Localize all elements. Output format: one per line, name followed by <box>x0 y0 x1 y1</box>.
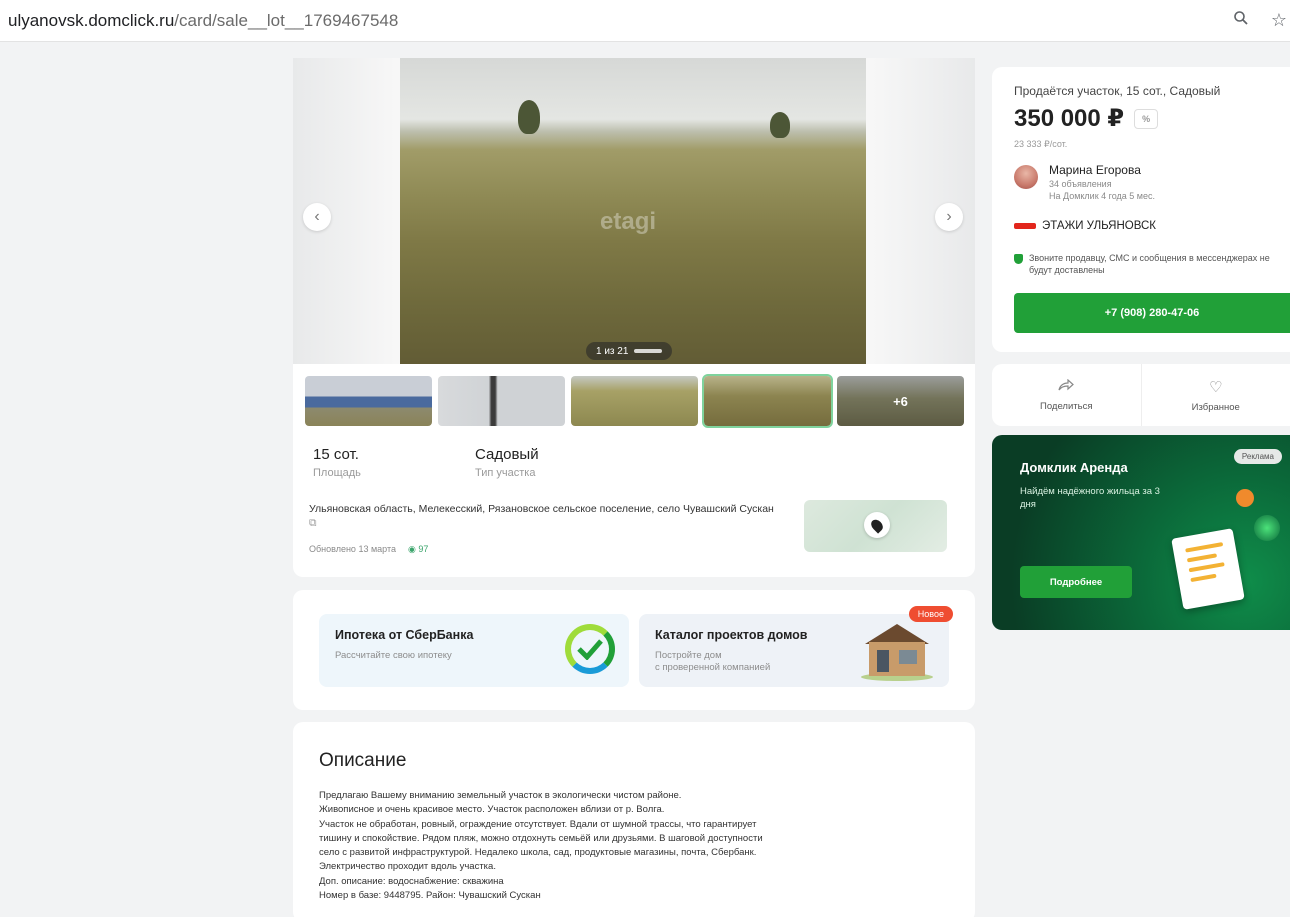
new-badge: Новое <box>908 606 953 622</box>
description-line: Электричество проходит вдоль участка. <box>319 861 496 873</box>
avatar[interactable] <box>1014 165 1038 189</box>
photo-counter: 1 из 21 <box>586 342 673 360</box>
zoom-icon[interactable] <box>1230 10 1252 31</box>
param-area-value: 15 сот. <box>313 446 359 463</box>
favorite-label: Избранное <box>1191 401 1240 413</box>
price: 350 000 ₽ % <box>1014 104 1159 133</box>
mortgage-promo-title: Ипотека от СберБанка <box>335 628 474 642</box>
share-label: Поделиться <box>1040 401 1093 412</box>
seller-meta: 34 объявления На Домклик 4 года 5 мес. <box>1049 178 1155 202</box>
thumbnail-active[interactable] <box>702 374 833 428</box>
heart-icon: ♡ <box>1209 378 1223 396</box>
seller-ads-count[interactable]: 34 объявления <box>1049 178 1155 190</box>
mortgage-promo[interactable]: Ипотека от СберБанка Рассчитайте свою ип… <box>319 614 629 687</box>
percent-icon: % <box>1142 113 1151 124</box>
price-card: Продаётся участок, 15 сот., Садовый 350 … <box>992 67 1290 352</box>
thumbnail-strip: +6 <box>305 374 964 428</box>
updated-date: Обновлено 13 марта <box>309 544 396 554</box>
call-notice-text: Звоните продавцу, СМС и сообщения в месс… <box>1029 253 1270 275</box>
main-photo[interactable]: etagi <box>400 58 866 364</box>
share-button[interactable]: Поделиться <box>992 364 1141 426</box>
thumbnail-more[interactable]: +6 <box>837 376 964 426</box>
url-host: ulyanovsk.domclick.ru <box>8 10 175 30</box>
update-info: Обновлено 13 марта ◉ 97 <box>309 544 428 555</box>
photo-gallery[interactable]: etagi ‹ › 1 из 21 <box>293 58 975 364</box>
param-area: 15 сот. Площадь <box>313 446 361 479</box>
chevron-left-icon: ‹ <box>314 208 320 225</box>
param-area-label: Площадь <box>313 467 361 479</box>
ad-title: Домклик Аренда <box>1020 460 1128 475</box>
description-line: Живописное и очень красивое место. Участ… <box>319 804 665 816</box>
copy-icon[interactable]: ⧉ <box>309 517 317 529</box>
views-counter: ◉ 97 <box>408 544 428 555</box>
house-catalog-subtitle: Постройте дом с проверенной компанией <box>655 650 771 674</box>
rent-ad-banner[interactable]: Домклик Аренда Найдём надёжного жильца з… <box>992 435 1290 630</box>
prev-photo-button[interactable]: ‹ <box>303 203 331 231</box>
house-icon <box>859 620 935 682</box>
thumbnail[interactable] <box>438 376 565 426</box>
seller-since: На Домклик 4 года 5 мес. <box>1049 191 1156 202</box>
description-line: Доп. описание: водоснабжение: скважина <box>319 875 504 887</box>
listing-title: Продаётся участок, 15 сот., Садовый <box>1014 84 1221 98</box>
map-pin-icon <box>864 512 890 538</box>
url-path: /card/sale__lot__1769467548 <box>174 10 399 30</box>
photo-dots <box>634 349 663 353</box>
ad-subtitle: Найдём надёжного жильца за 3 дня <box>1020 486 1160 510</box>
actions-card: Поделиться ♡ Избранное <box>992 364 1290 426</box>
mortgage-promo-subtitle: Рассчитайте свою ипотеку <box>335 650 452 661</box>
tree <box>770 112 790 138</box>
photo-watermark: etagi <box>600 208 657 235</box>
description-line: Участок не обработан, ровный, ограждение… <box>319 818 757 830</box>
decor-orb <box>1236 489 1254 507</box>
description-line: Предлагаю Вашему вниманию земельный учас… <box>319 790 682 801</box>
ad-badge: Реклама <box>1233 449 1282 464</box>
eye-icon: ◉ <box>407 544 416 554</box>
description-card: Описание Предлагаю Вашему вниманию земел… <box>293 722 975 917</box>
ad-more-button[interactable]: Подробнее <box>1020 566 1132 598</box>
sberbank-logo-icon <box>565 624 615 674</box>
param-type: Садовый Тип участка <box>475 446 539 479</box>
favorite-button[interactable]: ♡ Избранное <box>1140 364 1290 426</box>
share-icon <box>1058 378 1075 395</box>
shield-icon <box>1014 254 1023 264</box>
more-photos-count: +6 <box>837 376 964 426</box>
agency-logo-icon <box>1014 223 1036 229</box>
seller-name[interactable]: Марина Егорова <box>1049 163 1141 177</box>
decor-orb <box>1254 515 1280 541</box>
tree <box>518 100 540 134</box>
price-per-unit: 23 333 ₽/сот. <box>1014 139 1068 149</box>
description-line: Номер в базе: 9448795. Район: Чувашский … <box>319 889 541 901</box>
call-notice: Звоните продавцу, СМС и сообщения в месс… <box>1014 253 1284 276</box>
listing-address: Ульяновская область, Мелекесский, Рязано… <box>309 502 779 530</box>
mini-map[interactable] <box>804 500 947 552</box>
thumbnail[interactable] <box>305 376 432 426</box>
param-type-label: Тип участка <box>475 467 536 479</box>
price-history-button[interactable]: % <box>1134 108 1159 129</box>
description-body: Предлагаю Вашему вниманию земельный учас… <box>319 789 949 903</box>
promo-card: Ипотека от СберБанка Рассчитайте свою ип… <box>293 590 975 710</box>
agency-name: ЭТАЖИ УЛЬЯНОВСК <box>1042 220 1157 232</box>
star-icon[interactable]: ☆ <box>1268 10 1290 31</box>
house-catalog-title: Каталог проектов домов <box>655 628 808 642</box>
house-catalog-promo[interactable]: Каталог проектов домов Постройте дом с п… <box>639 614 949 687</box>
description-heading: Описание <box>319 750 407 771</box>
chevron-right-icon: › <box>946 208 952 225</box>
description-line: село с развитой инфраструктурой. Недалек… <box>319 847 757 858</box>
address-bar[interactable]: ulyanovsk.domclick.ru/card/sale__lot__17… <box>0 0 1290 42</box>
thumbnail[interactable] <box>571 376 698 426</box>
listing-info-card: +6 15 сот. Площадь Садовый Тип участка У… <box>293 364 975 577</box>
show-phone-button[interactable]: +7 (908) 280-47-06 <box>1014 293 1290 333</box>
document-icon <box>1171 528 1245 610</box>
price-value: 350 000 ₽ <box>1014 105 1125 132</box>
description-line: тишину и спокойствие. Рядом пляж, можно … <box>319 832 763 844</box>
agency[interactable]: ЭТАЖИ УЛЬЯНОВСК <box>1014 220 1156 232</box>
next-photo-button[interactable]: › <box>935 203 963 231</box>
photo-counter-text: 1 из 21 <box>596 345 629 357</box>
address-text: Ульяновская область, Мелекесский, Рязано… <box>309 503 774 515</box>
views-count: 97 <box>418 544 429 554</box>
param-type-value: Садовый <box>475 446 539 463</box>
